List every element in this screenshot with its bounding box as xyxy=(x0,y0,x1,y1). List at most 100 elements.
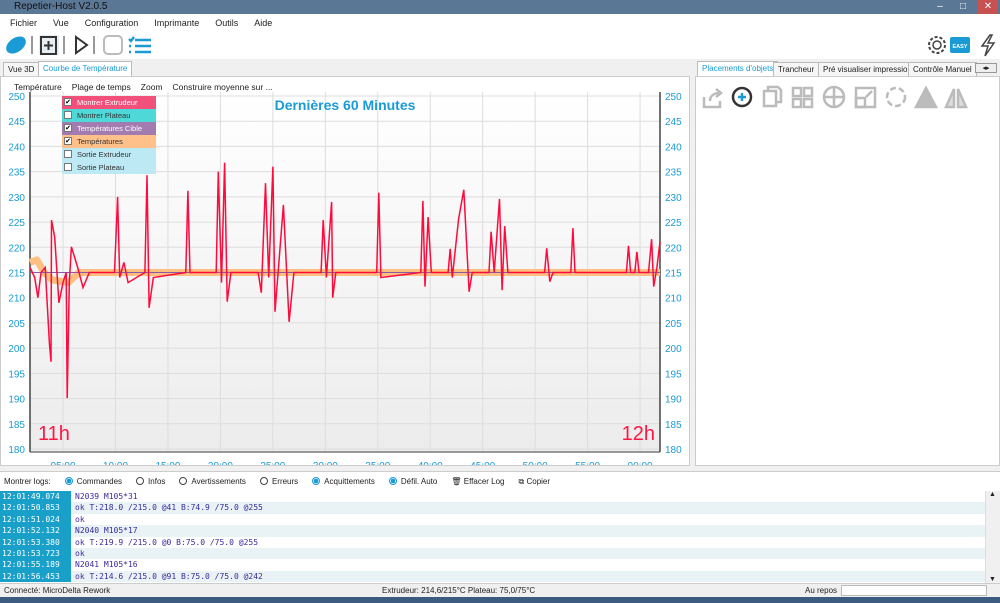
center-icon[interactable] xyxy=(822,85,846,109)
radio-infos[interactable]: Infos xyxy=(136,477,165,486)
y-tick-label-right: 245 xyxy=(665,117,682,128)
radio-erreurs[interactable]: Erreurs xyxy=(259,477,299,486)
y-tick-label-right: 190 xyxy=(665,395,682,406)
copy-icon[interactable] xyxy=(762,85,783,108)
easy-mode-badge[interactable]: EASY xyxy=(950,37,970,53)
tab-scroll-arrows[interactable]: ◂▸ xyxy=(975,63,997,73)
x-tick-label: 50:00 xyxy=(523,461,548,465)
add-object-icon[interactable] xyxy=(39,35,59,55)
lightning-icon[interactable] xyxy=(980,34,996,57)
tab-previsualiser[interactable]: Pré visualiser impression xyxy=(818,62,917,76)
legend-item[interactable]: Montrer Plateau xyxy=(62,109,156,122)
menu-outils[interactable]: Outils xyxy=(215,18,238,28)
legend-item[interactable]: ✔ Températures Cible xyxy=(62,122,156,135)
x-tick-label: 45:00 xyxy=(470,461,495,465)
legend-item[interactable]: ✔ Montrer Extrudeur xyxy=(62,96,156,109)
copy-icon: ⧉ xyxy=(518,476,525,486)
x-tick-label: 10:00 xyxy=(103,461,128,465)
log-scrollbar[interactable]: ▲ ▼ xyxy=(985,491,999,583)
copy-log-label: Copier xyxy=(526,476,551,486)
menu-fichier[interactable]: Fichier xyxy=(10,18,37,28)
radio-defil-auto[interactable]: Défil. Auto xyxy=(388,477,437,486)
radio-label: Infos xyxy=(148,477,166,486)
add-icon[interactable] xyxy=(731,86,753,108)
object-placement-panel xyxy=(695,76,1000,466)
gear-icon[interactable] xyxy=(928,36,946,54)
connection-status: Connecté: MicroDelta Rework xyxy=(4,586,111,595)
log-list: 12:01:49.074 N2039 M105*31 12:01:50.853 ok… xyxy=(0,491,985,583)
slicer-logo-icon[interactable] xyxy=(3,33,29,57)
maximize-button[interactable]: □ xyxy=(953,0,973,14)
x-tick-label: 20:00 xyxy=(208,461,233,465)
legend-item[interactable]: Sortie Plateau xyxy=(62,161,156,174)
scroll-down-arrow[interactable]: ▼ xyxy=(986,576,999,583)
log-message: ok xyxy=(75,548,85,558)
menu-imprimante[interactable]: Imprimante xyxy=(154,18,199,28)
radio-avertissements[interactable]: Avertissements xyxy=(179,477,246,486)
copy-log-button[interactable]: ⧉ Copier xyxy=(519,477,551,487)
y-tick-label-left: 225 xyxy=(8,218,25,229)
rotate-icon[interactable] xyxy=(885,86,907,108)
x-tick-label: 55:00 xyxy=(575,461,600,465)
radio-commandes[interactable]: Commandes xyxy=(64,477,123,486)
scale-icon[interactable] xyxy=(854,86,877,109)
x-tick-label: 35:00 xyxy=(365,461,390,465)
x-tick-label: 30:00 xyxy=(313,461,338,465)
log-time: 12:01:56.453 xyxy=(0,570,71,583)
legend-checkbox[interactable]: ✔ xyxy=(64,98,72,106)
tab-vue-3d[interactable]: Vue 3D xyxy=(3,62,40,76)
log-message: N2040 M105*17 xyxy=(75,526,138,536)
export-icon[interactable] xyxy=(702,88,724,109)
log-time: 12:01:51.024 xyxy=(0,513,71,526)
y-tick-label-right: 185 xyxy=(665,420,682,431)
menu-vue[interactable]: Vue xyxy=(53,18,69,28)
scroll-up-arrow[interactable]: ▲ xyxy=(986,491,999,498)
y-tick-label-right: 195 xyxy=(665,369,682,380)
checklist-icon[interactable] xyxy=(128,36,151,54)
grid-icon[interactable] xyxy=(791,86,814,109)
tab-label: Courbe de Température xyxy=(43,64,128,73)
legend-item[interactable]: ✔ Températures xyxy=(62,135,156,148)
x-tick-label: 00:00 xyxy=(628,461,653,465)
radio-acquittements[interactable]: Acquittements xyxy=(312,477,375,486)
legend-checkbox[interactable]: ✔ xyxy=(64,137,72,145)
tab-trancheur[interactable]: Trancheur xyxy=(773,62,820,76)
radio-label: Acquittements xyxy=(324,477,375,486)
clear-log-button[interactable]: 🗑 Effacer Log xyxy=(451,477,504,486)
minimize-button[interactable]: – xyxy=(930,0,950,14)
y-tick-label-left: 215 xyxy=(8,269,25,280)
y-tick-label-right: 205 xyxy=(665,319,682,330)
legend-checkbox[interactable] xyxy=(64,150,72,158)
printer-state: Au repos xyxy=(805,586,838,595)
legend-checkbox[interactable]: ✔ xyxy=(64,124,72,132)
log-row: 12:01:52.132 N2040 M105*17 xyxy=(0,525,985,537)
menu-aide[interactable]: Aide xyxy=(254,18,272,28)
y-tick-label-right: 240 xyxy=(665,142,682,153)
log-time: 12:01:53.723 xyxy=(0,547,71,560)
legend-item[interactable]: Sortie Extrudeur xyxy=(62,148,156,161)
log-message: ok T:219.9 /215.0 @0 B:75.0 /75.0 @255 xyxy=(75,537,259,547)
y-tick-label-right: 200 xyxy=(665,344,682,355)
legend-label: Montrer Extrudeur xyxy=(77,98,138,107)
log-row: 12:01:49.074 N2039 M105*31 xyxy=(0,491,985,503)
y-tick-label-left: 185 xyxy=(8,420,25,431)
radio-label: Erreurs xyxy=(271,477,299,486)
y-tick-label-left: 240 xyxy=(8,142,25,153)
stop-icon[interactable] xyxy=(103,35,123,55)
log-row: 12:01:56.453 ok T:214.6 /215.0 @91 B:75.0… xyxy=(0,570,985,583)
menu-configuration[interactable]: Configuration xyxy=(85,18,139,28)
log-time: 12:01:52.132 xyxy=(0,525,71,537)
legend-checkbox[interactable] xyxy=(64,111,72,119)
y-tick-label-left: 230 xyxy=(8,193,25,204)
mirror-icon[interactable] xyxy=(913,85,939,109)
play-icon[interactable] xyxy=(75,35,89,55)
close-button[interactable]: ✕ xyxy=(978,0,998,14)
tab-controle-manuel[interactable]: Contrôle Manuel xyxy=(908,62,977,76)
tab-label: Vue 3D xyxy=(8,65,35,74)
split-icon[interactable] xyxy=(944,88,968,109)
legend-checkbox[interactable] xyxy=(64,163,72,171)
tab-courbe-temperature[interactable]: Courbe de Température xyxy=(38,61,133,76)
radio-label: Commandes xyxy=(76,477,123,486)
log-message: ok T:218.0 /215.0 @41 B:74.9 /75.0 @255 xyxy=(75,503,263,513)
tab-placements-objets[interactable]: Placements d'objets xyxy=(697,61,779,76)
